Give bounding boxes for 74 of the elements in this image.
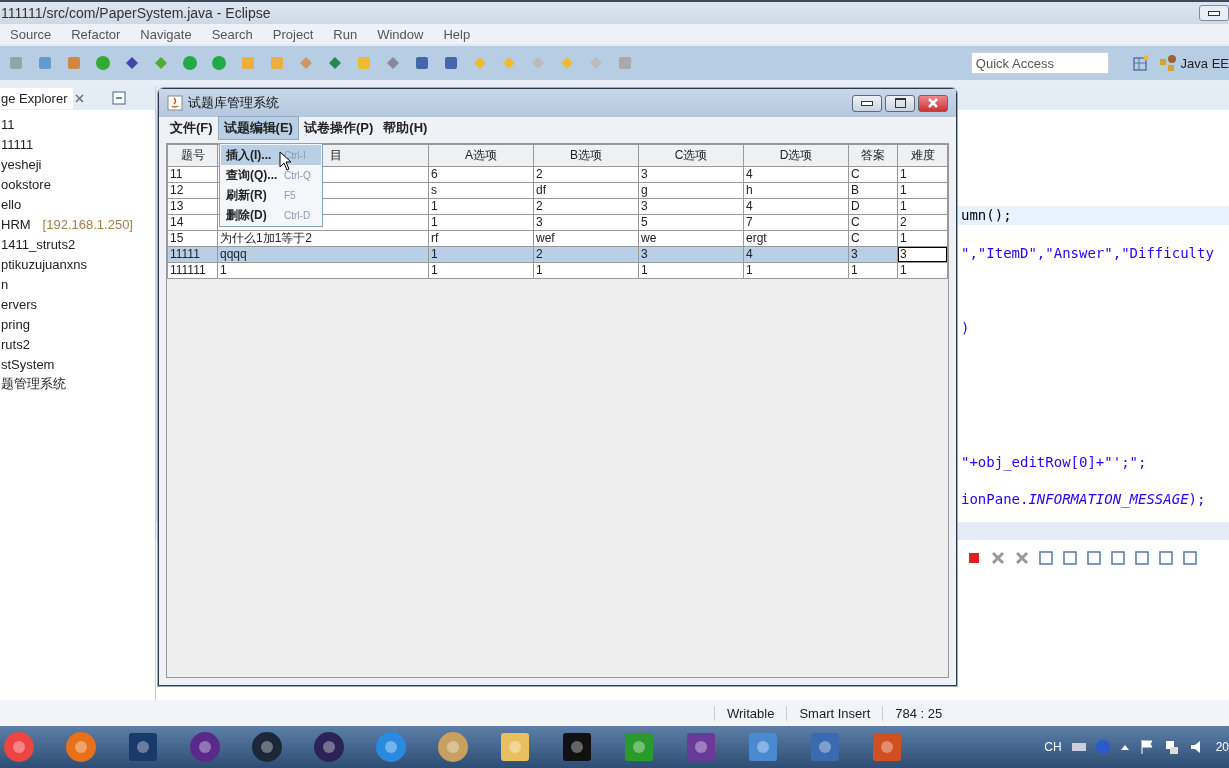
menu-item[interactable]: Navigate — [140, 26, 192, 42]
table-cell[interactable]: 1 — [898, 199, 947, 214]
quick-access-field[interactable]: Quick Access — [970, 52, 1109, 74]
explorer-item[interactable]: n — [1, 276, 9, 292]
maximize-button[interactable] — [885, 94, 915, 112]
column-header[interactable]: C选项 — [638, 144, 744, 167]
server-address: [192.168.1.250] — [42, 216, 133, 232]
table-cell[interactable]: 1 — [898, 183, 947, 198]
close-icon[interactable] — [75, 93, 85, 103]
window-title: 111111/src/com/PaperSystem.java - Eclipse — [0, 5, 271, 21]
menu-item[interactable]: 文件(F) — [165, 117, 218, 139]
column-header[interactable]: 题号 — [167, 144, 218, 167]
menu-item[interactable]: Refactor — [71, 26, 121, 42]
menu-item[interactable]: Search — [211, 26, 253, 42]
perspective-icon — [1158, 54, 1177, 72]
language-indicator[interactable]: CH — [1044, 740, 1062, 754]
explorer-item[interactable]: ervers — [1, 296, 38, 312]
menu-item[interactable]: 试卷操作(P) — [298, 117, 379, 139]
explorer-item[interactable]: 11 — [1, 116, 15, 132]
close-button[interactable] — [918, 94, 948, 112]
explorer-item[interactable]: 1411_struts2 — [1, 236, 76, 252]
explorer-item[interactable]: ookstore — [1, 176, 51, 192]
explorer-item[interactable]: 题管理系统 — [1, 375, 66, 393]
chevron-up-icon[interactable] — [1119, 743, 1130, 751]
menu-item[interactable]: Run — [333, 26, 358, 42]
explorer-item[interactable]: ruts2 — [1, 336, 30, 352]
dialog-title: 试题库管理系统 — [188, 94, 279, 112]
menu-item[interactable]: 刷新(R) F5 — [221, 185, 321, 205]
table-cell[interactable]: 1 — [898, 167, 947, 182]
menu-item[interactable]: 试题编辑(E) — [217, 116, 299, 140]
perspective-button[interactable]: Java EE — [1158, 54, 1229, 72]
menu-item[interactable]: 查询(Q)... Ctrl-Q — [221, 165, 321, 185]
collapse-icon[interactable] — [112, 91, 127, 105]
explorer-item[interactable]: stSystem — [1, 356, 55, 372]
minimize-button[interactable] — [852, 94, 882, 112]
code-line: ionPane.INFORMATION_MESSAGE); — [961, 491, 1206, 507]
open-perspective-icon[interactable] — [1132, 55, 1149, 71]
column-header[interactable]: 难度 — [897, 144, 948, 167]
remove-icon[interactable] — [990, 550, 1006, 566]
view-tab[interactable]: ge Explorer — [0, 87, 74, 109]
menu-item[interactable]: 删除(D) Ctrl-D — [221, 205, 321, 225]
table-cell[interactable]: 1 — [898, 231, 947, 246]
status-text: 784 : 25 — [882, 705, 955, 721]
column-header[interactable]: A选项 — [428, 144, 534, 167]
table-cell[interactable]: 3 — [898, 247, 947, 262]
clock: 20 — [1215, 740, 1229, 754]
explorer-item[interactable]: 11111 — [1, 136, 34, 152]
menu-item[interactable]: Window — [377, 26, 424, 42]
code-line: "+obj_editRow[0]+"';"; — [961, 454, 1147, 470]
menu-item[interactable]: 帮助(H) — [378, 117, 433, 139]
code-line: ) — [961, 320, 970, 336]
code-line: ","ItemD","Answer","Difficulty — [961, 245, 1214, 261]
flag-icon[interactable] — [1139, 739, 1154, 755]
explorer-item[interactable]: HRM — [1, 216, 31, 232]
explorer-item[interactable]: pring — [1, 316, 30, 332]
explorer-item[interactable]: ptikuzujuanxns — [1, 256, 87, 272]
menu-item[interactable]: Project — [272, 26, 314, 42]
column-header[interactable]: 答案 — [848, 144, 898, 167]
table-cell[interactable]: 1 — [898, 263, 947, 278]
column-header[interactable]: B选项 — [533, 144, 639, 167]
table-cell[interactable]: 2 — [898, 215, 947, 230]
column-header[interactable]: D选项 — [743, 144, 849, 167]
status-text: Smart Insert — [786, 705, 883, 721]
remove-all-icon[interactable] — [1014, 550, 1030, 566]
status-text: Writable — [714, 705, 787, 721]
menu-item[interactable]: Source — [10, 26, 52, 42]
explorer-item[interactable]: ello — [1, 196, 22, 212]
keyboard-icon[interactable] — [1071, 742, 1086, 752]
explorer-item[interactable]: yesheji — [1, 156, 42, 172]
stop-icon[interactable] — [966, 550, 982, 566]
menu-item[interactable]: Help — [443, 26, 471, 42]
close-icon — [927, 98, 939, 108]
code-line: umn(); — [961, 207, 1012, 223]
minimize-button[interactable] — [1199, 5, 1229, 21]
